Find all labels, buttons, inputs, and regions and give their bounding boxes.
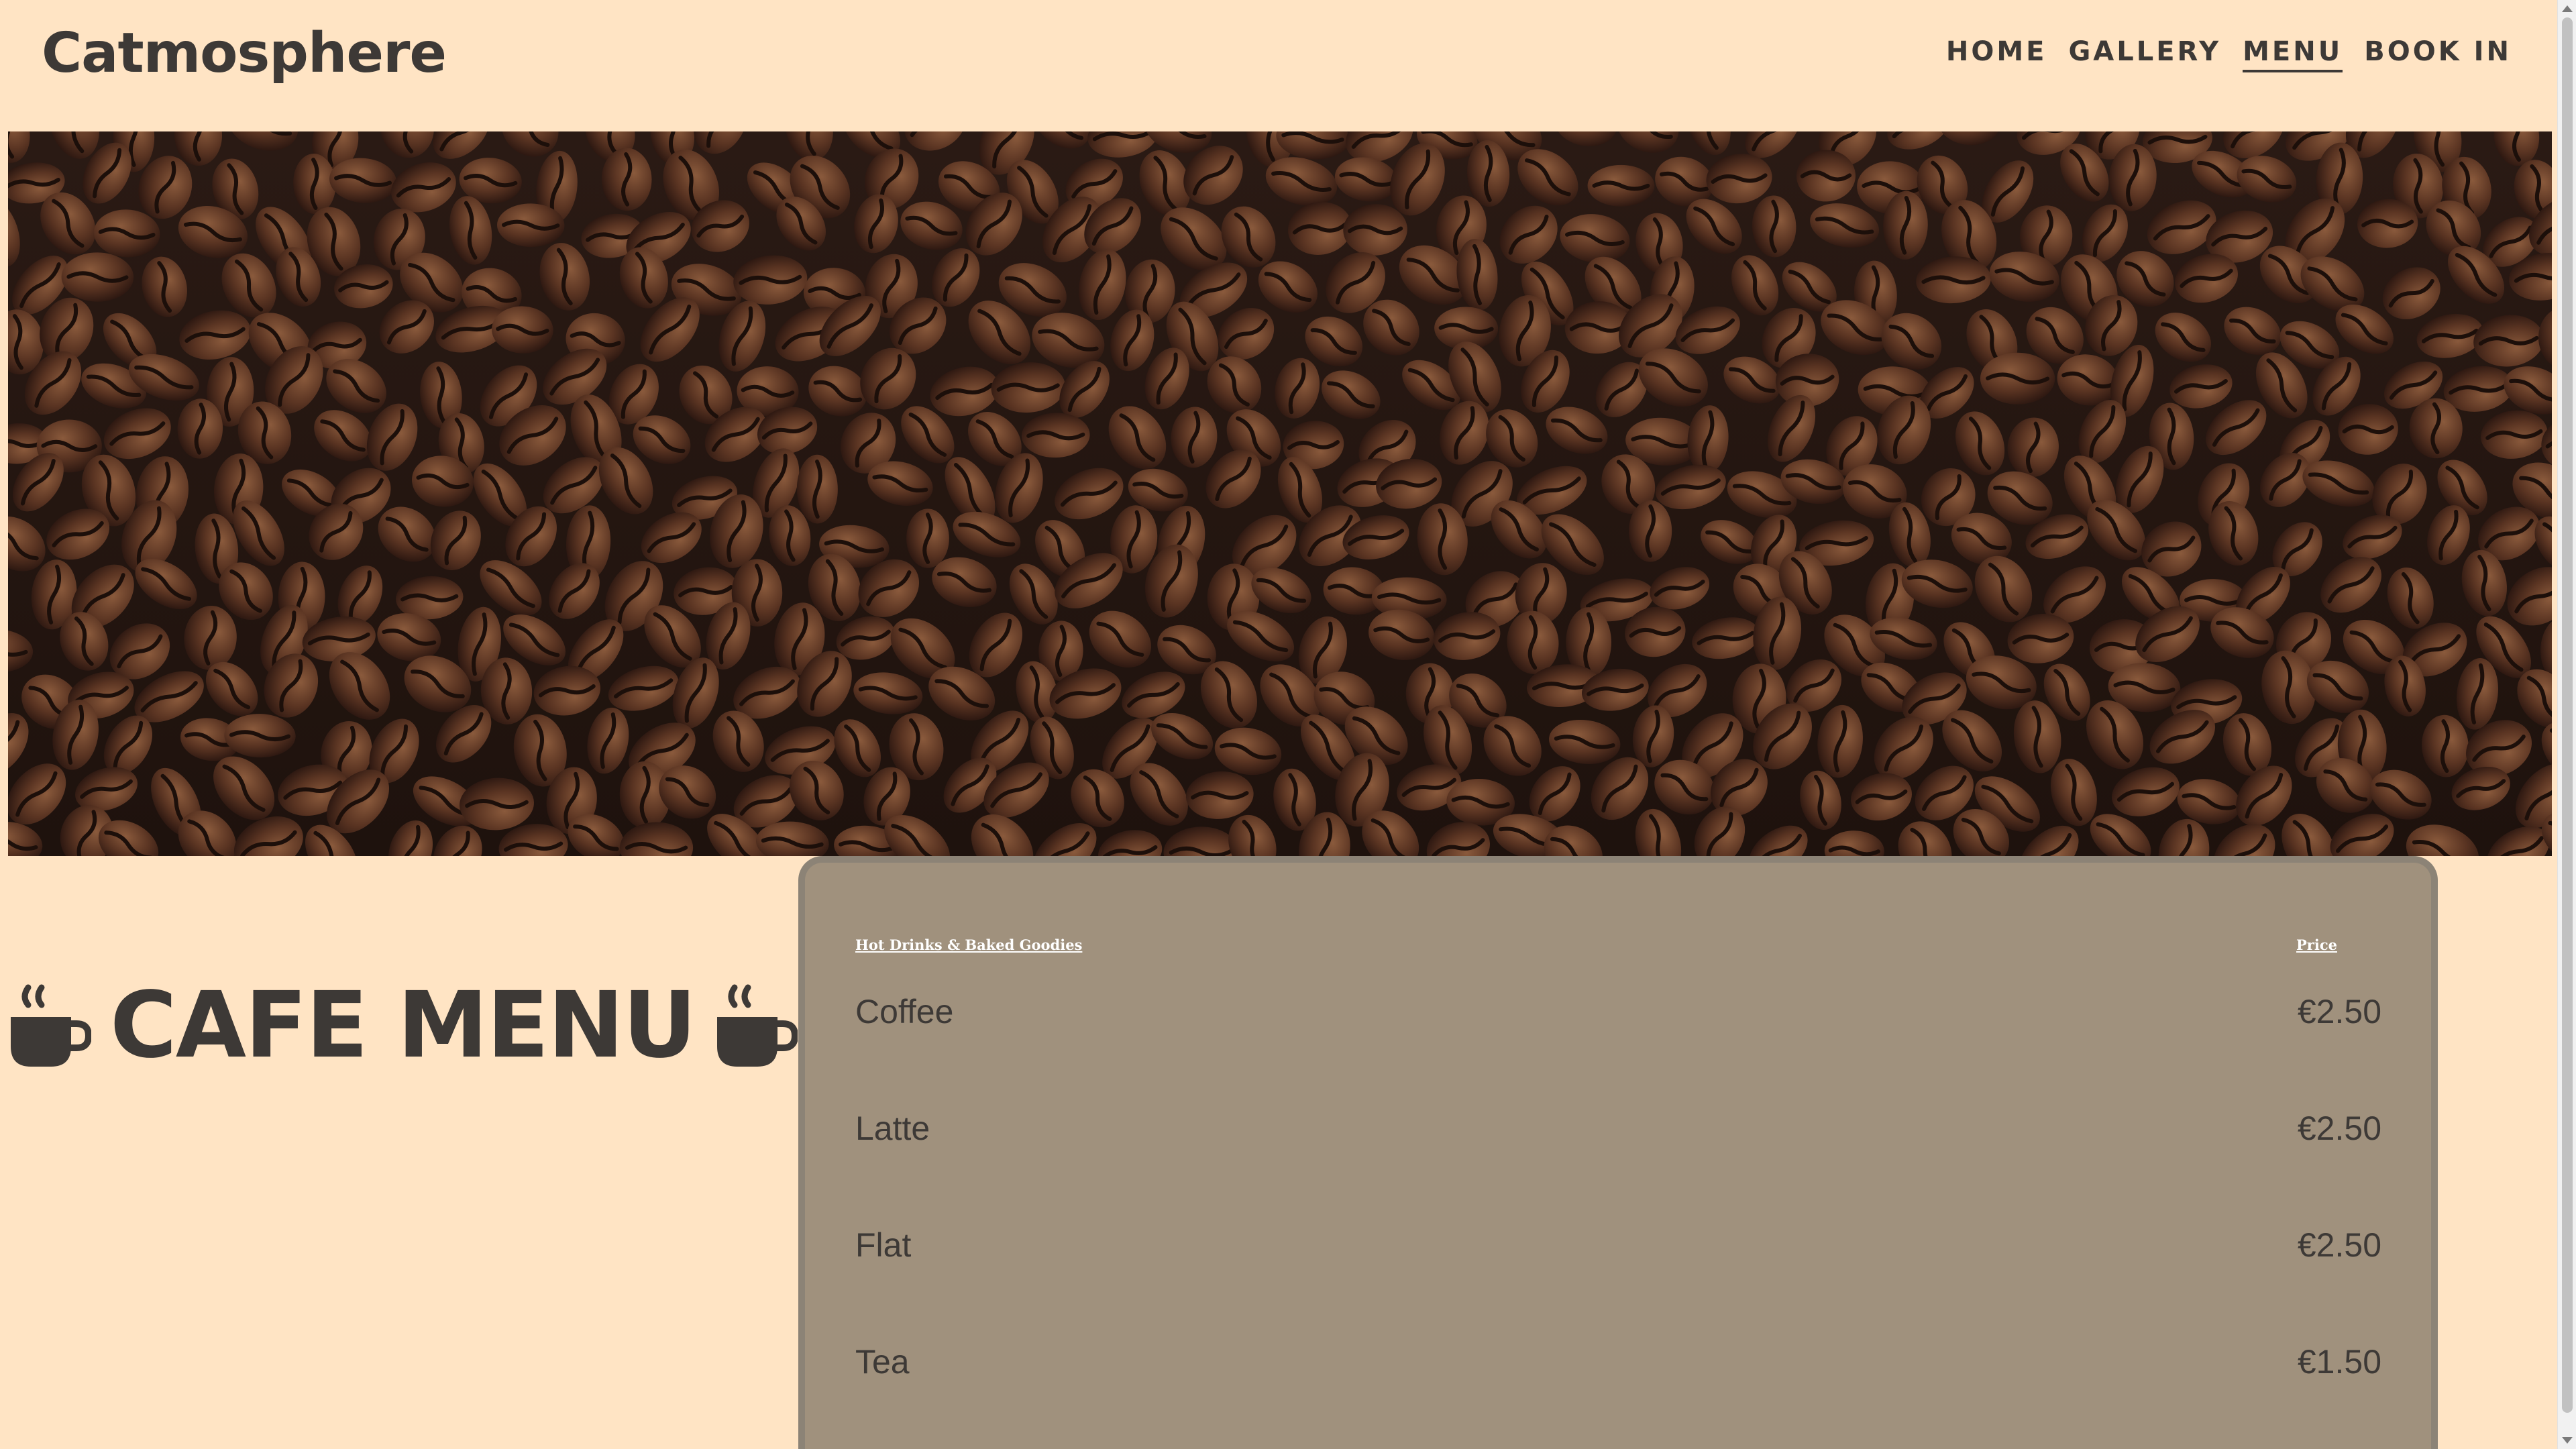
menu-row: Flat €2.50 (855, 1187, 2381, 1303)
coffee-beans-illustration (8, 131, 2552, 856)
nav-menu-link[interactable]: MENU (2243, 36, 2343, 72)
coffee-bean (906, 508, 949, 568)
menu-item-price: €2.50 (2297, 1226, 2381, 1264)
menu-item-name: Latte (855, 1110, 930, 1147)
nav-gallery-link[interactable]: GALLERY (2068, 36, 2221, 72)
menu-row: Coffee €2.50 (855, 953, 2381, 1070)
menu-item-price: €2.50 (2297, 1110, 2381, 1147)
brand-logo[interactable]: Catmosphere (42, 21, 447, 85)
column-header-price: Price (2296, 936, 2337, 953)
hero-coffee-beans-image (8, 131, 2552, 856)
menu-item-name: Tea (855, 1343, 910, 1381)
menu-item-price: €1.50 (2297, 1343, 2381, 1381)
coffee-cup-icon (716, 984, 798, 1067)
coffee-bean (1587, 164, 1655, 207)
nav-book-in-link[interactable]: BOOK IN (2364, 36, 2512, 72)
coffee-bean (1629, 500, 1672, 562)
main-nav: HOME GALLERY MENU BOOK IN (1946, 36, 2512, 72)
menu-item-name: Coffee (855, 993, 954, 1030)
vertical-scrollbar[interactable] (2557, 0, 2576, 1449)
menu-row: Latte €2.50 (855, 1070, 2381, 1187)
menu-item-name: Flat (855, 1226, 912, 1264)
menu-card: Hot Drinks & Baked Goodies Price Coffee … (798, 856, 2438, 1449)
cafe-menu-heading: CAFE MENU (8, 973, 798, 1079)
menu-table-header: Hot Drinks & Baked Goodies Price (855, 936, 2381, 953)
menu-row: Tea €1.50 (855, 1303, 2381, 1420)
site-header: Catmosphere HOME GALLERY MENU BOOK IN (0, 0, 2557, 131)
column-header-item: Hot Drinks & Baked Goodies (855, 936, 1083, 953)
scrollbar-thumb[interactable] (2562, 17, 2573, 1413)
coffee-cup-icon (11, 984, 91, 1067)
nav-home-link[interactable]: HOME (1946, 36, 2047, 72)
coffee-bean (1980, 352, 2055, 405)
menu-item-price: €2.50 (2297, 993, 2381, 1030)
cafe-menu-title: CAFE MENU (110, 973, 697, 1079)
menu-table: Hot Drinks & Baked Goodies Price Coffee … (855, 936, 2381, 1420)
scroll-up-arrow-icon[interactable] (2562, 5, 2573, 12)
page: Catmosphere HOME GALLERY MENU BOOK IN CA… (0, 0, 2576, 1449)
scroll-down-arrow-icon[interactable] (2562, 1437, 2573, 1444)
